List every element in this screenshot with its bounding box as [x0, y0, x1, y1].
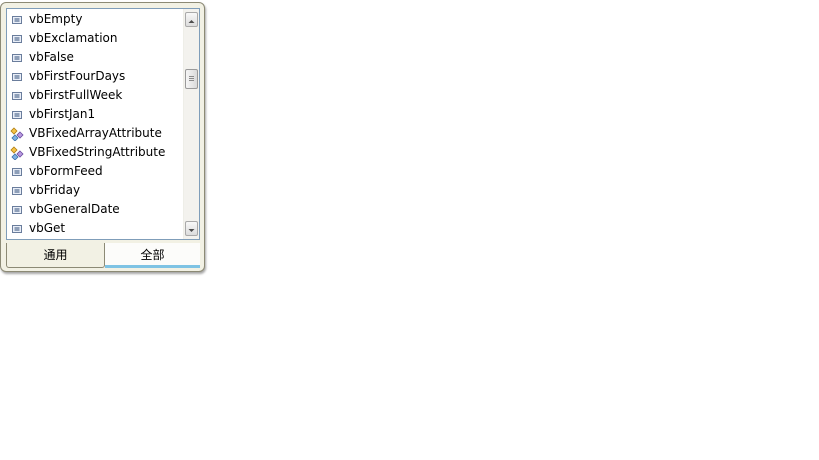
list-item[interactable]: vbEmpty	[7, 10, 183, 29]
list-item-label: vbExclamation	[29, 31, 118, 45]
list-item[interactable]: vbFalse	[7, 48, 183, 67]
intellisense-popup: vbEmpty vbExclamation vbFalse vbFirstFou…	[0, 2, 205, 272]
chevron-up-icon	[188, 20, 195, 23]
scroll-down-button[interactable]	[185, 221, 198, 236]
class-icon	[10, 145, 24, 161]
list-item-label: vbFriday	[29, 183, 81, 197]
list-item-label: vbGet	[29, 221, 66, 235]
list-item[interactable]: vbFirstFourDays	[7, 67, 183, 86]
list-item[interactable]: VBFixedStringAttribute	[7, 143, 183, 162]
list-item-label: vbFirstFourDays	[29, 69, 126, 83]
list-item-label: vbFirstJan1	[29, 107, 96, 121]
scroll-up-button[interactable]	[185, 12, 198, 27]
constant-icon	[10, 164, 24, 178]
list-item[interactable]: vbGeneralDate	[7, 200, 183, 219]
list-item-label: vbFalse	[29, 50, 74, 64]
class-icon	[10, 126, 24, 142]
list-item-label: vbGeneralDate	[29, 202, 120, 216]
constant-icon	[10, 183, 24, 197]
list-item[interactable]: vbExclamation	[7, 29, 183, 48]
constant-icon	[10, 88, 24, 102]
vertical-scrollbar[interactable]	[183, 9, 199, 239]
list-item[interactable]: VBFixedArrayAttribute	[7, 124, 183, 143]
list-item[interactable]: vbGet	[7, 219, 183, 238]
scroll-thumb[interactable]	[185, 69, 198, 89]
constant-icon	[10, 50, 24, 64]
constant-icon	[10, 69, 24, 83]
list-item-label: vbFormFeed	[29, 164, 103, 178]
list-item[interactable]: vbFirstFullWeek	[7, 86, 183, 105]
constant-icon	[10, 31, 24, 45]
list-item-label: VBFixedStringAttribute	[29, 145, 166, 159]
chevron-down-icon	[188, 229, 195, 232]
completion-list[interactable]: vbEmpty vbExclamation vbFalse vbFirstFou…	[7, 9, 183, 239]
tab-all[interactable]: 全部	[105, 243, 200, 268]
list-item[interactable]: vbFriday	[7, 181, 183, 200]
list-item-label: vbFirstFullWeek	[29, 88, 123, 102]
tab-common[interactable]: 通用	[6, 243, 105, 268]
constant-icon	[10, 107, 24, 121]
list-item-label: VBFixedArrayAttribute	[29, 126, 162, 140]
list-item[interactable]: vbFirstJan1	[7, 105, 183, 124]
grip-icon	[189, 76, 194, 81]
list-item-label: vbEmpty	[29, 12, 83, 26]
constant-icon	[10, 202, 24, 216]
constant-icon	[10, 12, 24, 26]
list-item[interactable]: vbFormFeed	[7, 162, 183, 181]
constant-icon	[10, 221, 24, 235]
completion-list-frame: vbEmpty vbExclamation vbFalse vbFirstFou…	[6, 8, 200, 240]
